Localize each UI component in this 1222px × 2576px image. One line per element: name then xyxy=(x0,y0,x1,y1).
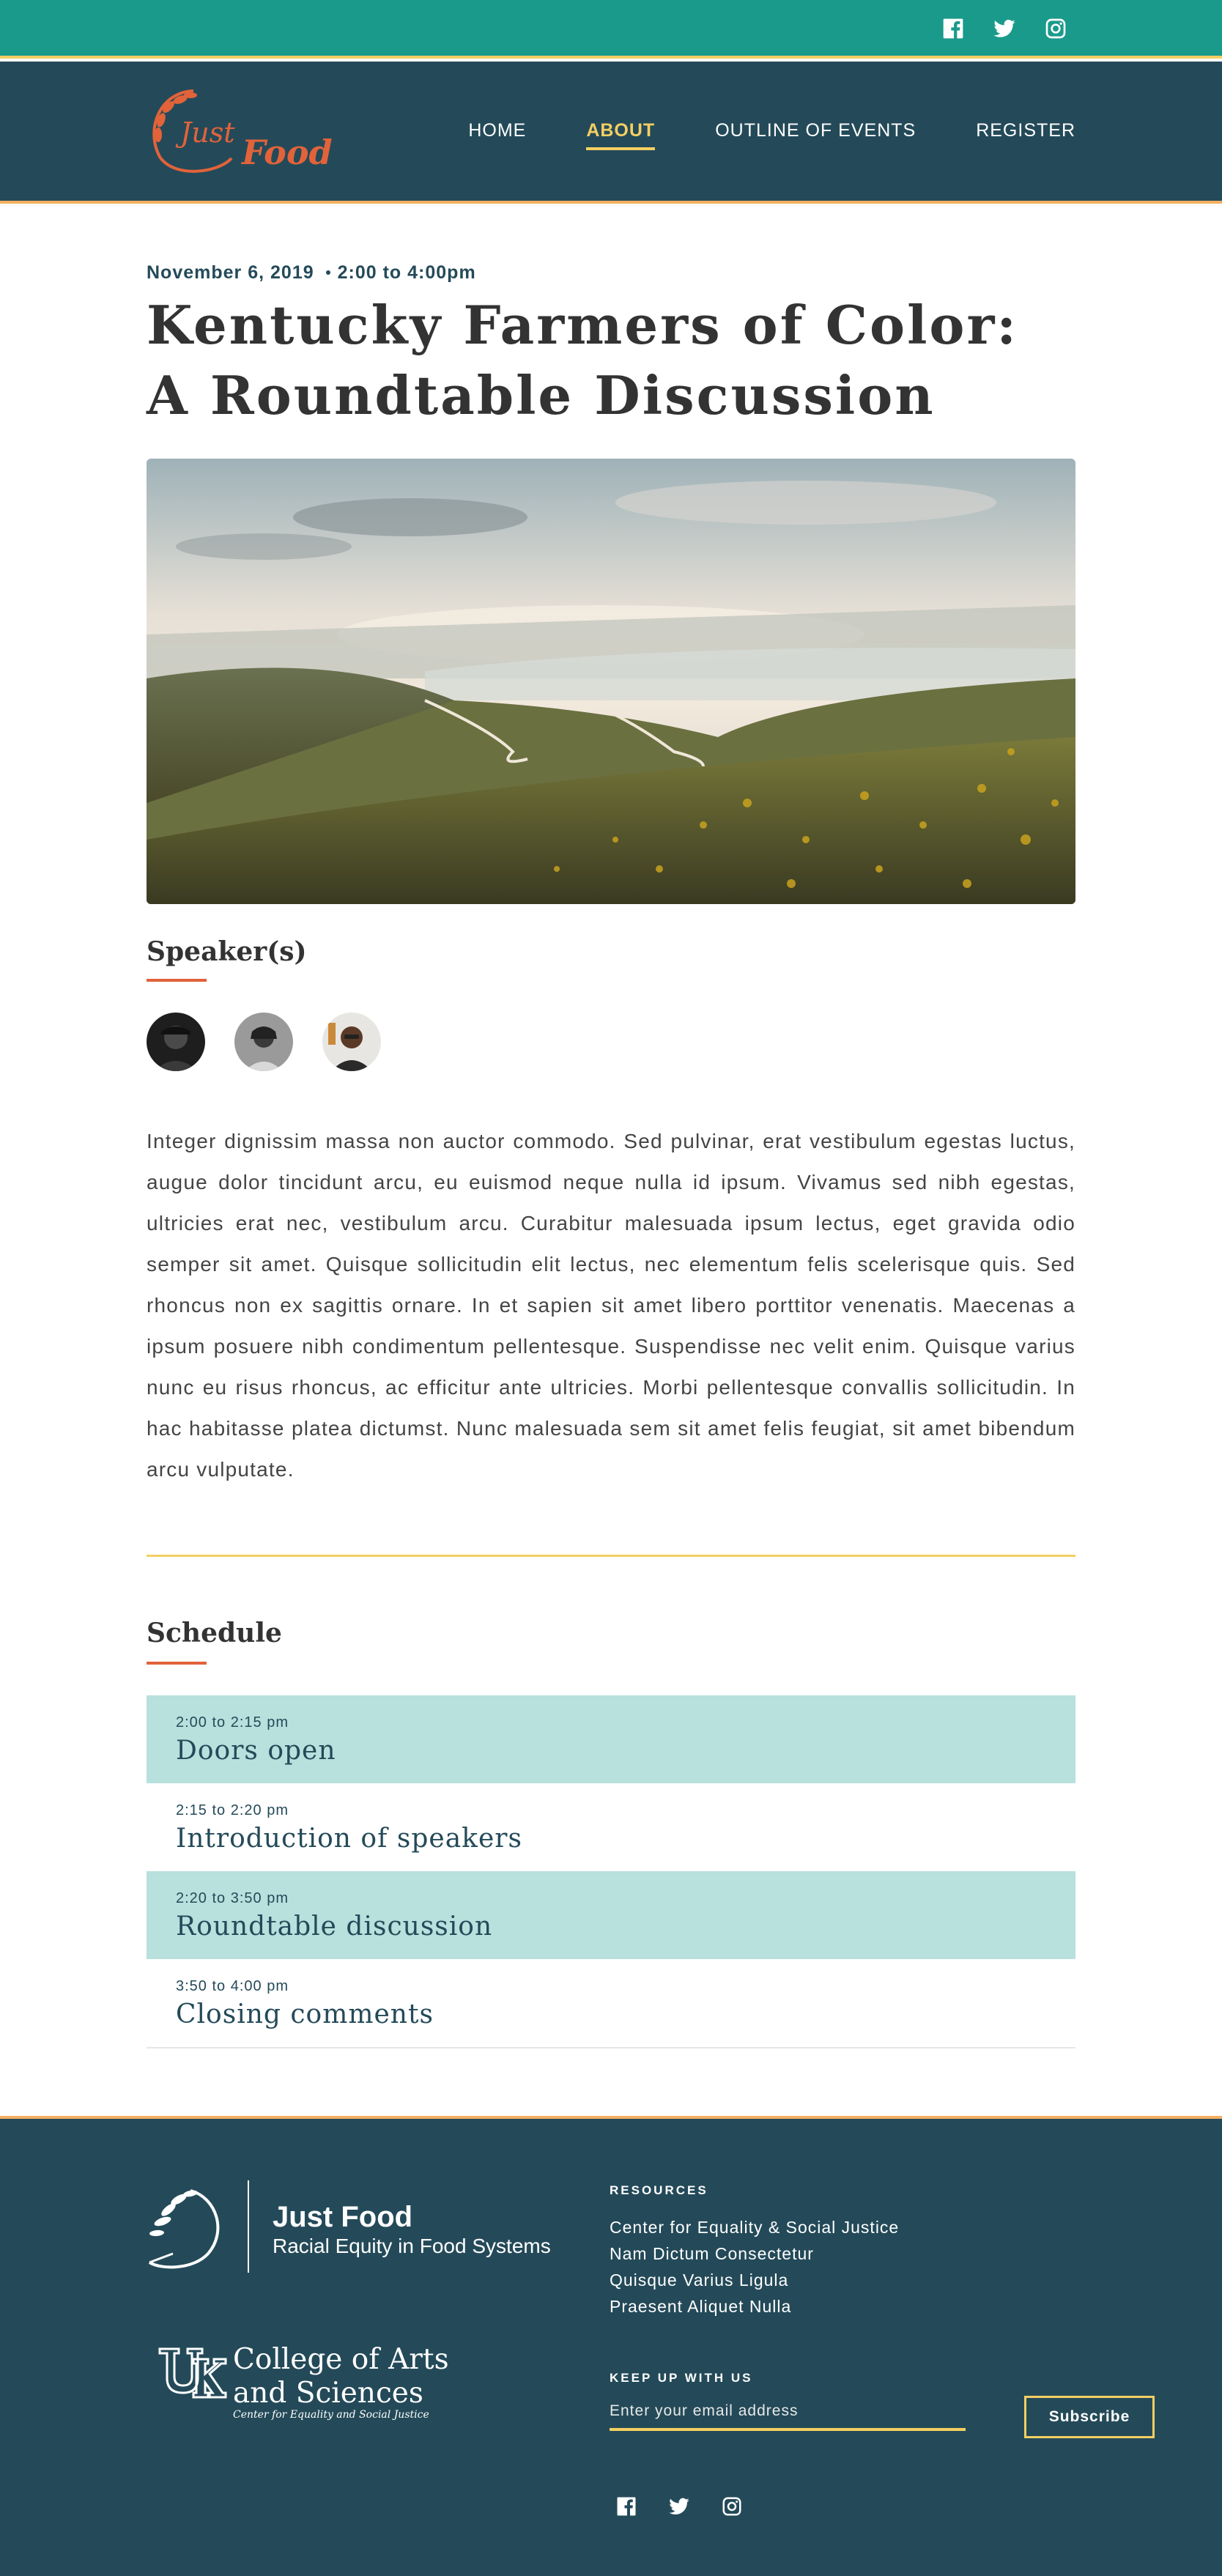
uk-logo-icon xyxy=(158,2347,227,2399)
instagram-icon[interactable] xyxy=(719,2494,744,2519)
schedule-list: 2:00 to 2:15 pm Doors open 2:15 to 2:20 … xyxy=(147,1695,1075,2048)
svg-text:Just: Just xyxy=(175,116,235,149)
schedule-item-name: Introduction of speakers xyxy=(176,1824,522,1854)
brand-divider xyxy=(248,2180,249,2273)
svg-text:Food: Food xyxy=(240,133,333,172)
resource-link[interactable]: Praesent Aliquet Nulla xyxy=(610,2293,899,2320)
top-social-bar xyxy=(0,0,1222,59)
schedule-item: 2:20 to 3:50 pm Roundtable discussion xyxy=(147,1871,1075,1959)
resources-section: RESOURCES Center for Equality & Social J… xyxy=(610,2183,899,2320)
nav-about[interactable]: ABOUT xyxy=(586,120,656,150)
just-food-logo[interactable]: Just Food xyxy=(145,85,338,180)
schedule-heading-underline xyxy=(147,1662,207,1665)
resource-link[interactable]: Quisque Varius Ligula xyxy=(610,2267,899,2293)
instagram-icon[interactable] xyxy=(1043,16,1068,41)
footer-brand-tagline: Racial Equity in Food Systems xyxy=(273,2235,551,2257)
hero-landscape-image xyxy=(147,459,1075,904)
wheat-logo-icon: Just Food xyxy=(152,89,333,173)
email-input[interactable] xyxy=(610,2402,966,2431)
event-date: November 6, 2019 xyxy=(147,262,314,283)
college-name-line1: College of Arts xyxy=(233,2343,449,2376)
schedule-item: 3:50 to 4:00 pm Closing comments xyxy=(147,1959,1075,2047)
site-header: Just Food HOME ABOUT OUTLINE OF EVENTS R… xyxy=(0,62,1222,204)
schedule-item-name: Doors open xyxy=(176,1736,336,1766)
resources-list: Center for Equality & Social Justice Nam… xyxy=(610,2214,899,2320)
nav-outline-of-events[interactable]: OUTLINE OF EVENTS xyxy=(715,120,916,150)
footer-brand-name: Just Food xyxy=(273,2201,413,2233)
footer-brand: Just Food Racial Equity in Food Systems xyxy=(147,2180,571,2276)
event-time: 2:00 to 4:00pm xyxy=(337,262,476,283)
schedule-item-name: Roundtable discussion xyxy=(176,1911,493,1942)
resources-heading: RESOURCES xyxy=(610,2183,708,2197)
college-subtitle: Center for Equality and Social Justice xyxy=(233,2409,429,2421)
nav-home[interactable]: HOME xyxy=(468,120,526,150)
schedule-item-time: 2:20 to 3:50 pm xyxy=(176,1890,289,1906)
college-name: College of Arts and Sciences xyxy=(233,2343,449,2410)
schedule-item-time: 2:15 to 2:20 pm xyxy=(176,1802,289,1818)
college-logo[interactable]: College of Arts and Sciences Center for … xyxy=(157,2343,464,2424)
separator-dot xyxy=(325,270,330,275)
facebook-icon[interactable] xyxy=(614,2494,639,2519)
schedule-heading: Schedule xyxy=(147,1618,282,1648)
event-description: Integer dignissim massa non auctor commo… xyxy=(147,1130,1075,1481)
page-title: Kentucky Farmers of Color: A Roundtable … xyxy=(147,294,1018,426)
schedule-bottom-rule xyxy=(147,2047,1075,2048)
section-divider xyxy=(147,1555,1075,1557)
speakers-heading: Speaker(s) xyxy=(147,936,307,967)
twitter-icon[interactable] xyxy=(992,16,1017,41)
subscribe-button[interactable]: Subscribe xyxy=(1024,2396,1155,2438)
top-social-links xyxy=(941,16,1068,41)
resource-link[interactable]: Center for Equality & Social Justice xyxy=(610,2214,899,2240)
speaker-avatar[interactable] xyxy=(234,1013,293,1071)
speaker-avatar[interactable] xyxy=(147,1013,205,1071)
wheat-logo-icon xyxy=(148,2189,220,2269)
resource-link[interactable]: Nam Dictum Consectetur xyxy=(610,2240,899,2267)
speaker-avatar[interactable] xyxy=(322,1013,381,1071)
speakers-heading-underline xyxy=(147,979,207,982)
site-footer: Just Food Racial Equity in Food Systems … xyxy=(0,2116,1222,2576)
event-date-time: November 6, 2019 2:00 to 4:00pm xyxy=(147,262,476,284)
schedule-item-name: Closing comments xyxy=(176,1999,434,2029)
main-nav: HOME ABOUT OUTLINE OF EVENTS REGISTER xyxy=(468,120,1075,150)
college-name-line2: and Sciences xyxy=(233,2377,423,2410)
schedule-item-time: 2:00 to 2:15 pm xyxy=(176,1714,289,1731)
newsletter-heading: KEEP UP WITH US xyxy=(610,2371,753,2385)
schedule-item: 2:15 to 2:20 pm Introduction of speakers xyxy=(147,1783,1075,1871)
speaker-avatars xyxy=(147,1013,381,1071)
schedule-item-time: 3:50 to 4:00 pm xyxy=(176,1978,289,1994)
nav-register[interactable]: REGISTER xyxy=(976,120,1075,150)
schedule-item: 2:00 to 2:15 pm Doors open xyxy=(147,1695,1075,1783)
footer-social-links xyxy=(614,2494,744,2519)
facebook-icon[interactable] xyxy=(941,16,966,41)
twitter-icon[interactable] xyxy=(667,2494,692,2519)
